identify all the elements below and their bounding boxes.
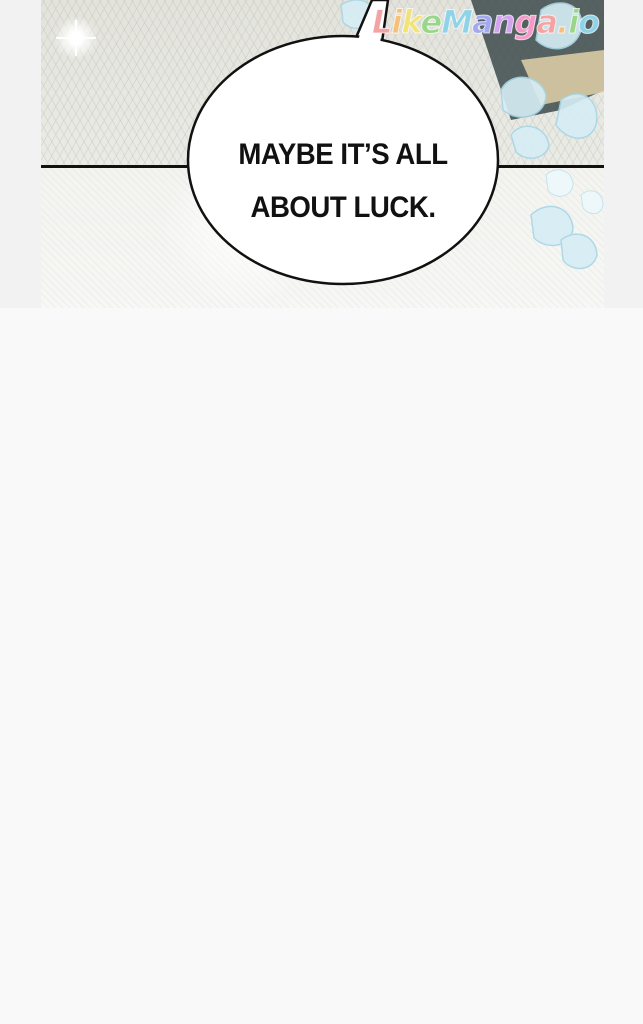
comic-page: MAYBE IT’S ALL ABOUT LUCK. LikeManga.io <box>0 0 643 1024</box>
watermark-letter: . <box>556 3 569 42</box>
blank-page-area <box>0 308 643 1024</box>
speech-bubble-text: MAYBE IT’S ALL ABOUT LUCK. <box>200 128 485 234</box>
watermark-letter: k <box>401 3 422 42</box>
watermark-letter: g <box>514 3 538 42</box>
site-watermark: LikeManga.io <box>371 2 640 42</box>
watermark-letter: a <box>536 3 559 42</box>
watermark-letter: a <box>472 3 495 42</box>
watermark-letter: i <box>568 3 580 42</box>
watermark-letter: o <box>578 3 601 42</box>
speech-line-2: ABOUT LUCK. <box>250 191 436 224</box>
speech-line-1: MAYBE IT’S ALL <box>238 138 448 171</box>
watermark-letter: n <box>492 3 516 42</box>
watermark-letter: i <box>391 3 403 42</box>
watermark-letter: L <box>371 3 392 42</box>
watermark-letter: M <box>441 3 474 42</box>
watermark-letter: e <box>420 3 443 42</box>
